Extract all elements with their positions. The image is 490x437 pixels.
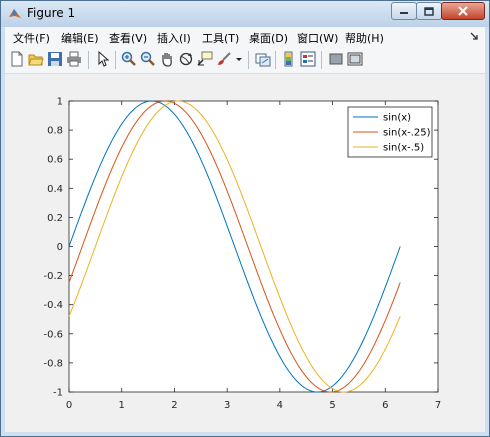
toolbar-separator (88, 51, 89, 69)
x-tick-label: 4 (277, 400, 283, 411)
menu-desktop[interactable]: 桌面(D) (249, 30, 288, 46)
toolbar-separator (248, 51, 249, 69)
pointer-icon (98, 51, 110, 67)
show-plot-tools-button[interactable] (347, 51, 363, 67)
y-tick-label: 0.8 (47, 126, 63, 137)
menu-insert[interactable]: 插入(I) (157, 30, 191, 46)
y-tick-label: -1 (53, 388, 63, 399)
data-cursor-button[interactable] (197, 51, 213, 67)
menu-file[interactable]: 文件(F) (13, 30, 50, 46)
pointer-button[interactable] (95, 51, 111, 67)
y-tick-label: 0.6 (47, 155, 63, 166)
new-figure-button[interactable] (9, 51, 25, 67)
zoom-in-icon (121, 51, 136, 66)
y-tick-label: -0.6 (43, 329, 63, 340)
legend-label-1: sin(x-.25) (383, 128, 431, 139)
colorbar-button[interactable] (281, 51, 297, 67)
x-tick-label: 6 (382, 400, 388, 411)
figure-window: Figure 1 文件(F) 编辑(E) 查看(V) 插入(I) 工具(T) 桌… (0, 0, 490, 437)
x-tick-label: 0 (66, 400, 72, 411)
new-figure-icon (11, 51, 23, 67)
data-cursor-icon (197, 51, 213, 66)
figure-toolbar (5, 47, 485, 74)
legend-label-0: sin(x) (383, 113, 411, 124)
menu-help[interactable]: 帮助(H) (345, 30, 384, 46)
y-tick-label: 1 (57, 97, 63, 108)
zoom-in-button[interactable] (121, 51, 137, 67)
x-tick-label: 5 (329, 400, 335, 411)
x-tick-label: 3 (224, 400, 230, 411)
menu-edit[interactable]: 编辑(E) (61, 30, 99, 46)
plot-svg[interactable]: 0 1 2 3 4 5 6 7 1 0.8 0.6 0.4 0.2 0 -0.2 -0.4 -0.6 -0.8 -1… (5, 74, 485, 432)
hide-plot-tools-icon (329, 53, 343, 65)
menu-bar: 文件(F) 编辑(E) 查看(V) 插入(I) 工具(T) 桌面(D) 窗口(W… (5, 27, 485, 47)
menu-view[interactable]: 查看(V) (109, 30, 147, 46)
pan-icon (162, 53, 172, 67)
brush-button[interactable] (216, 51, 232, 67)
menu-tools[interactable]: 工具(T) (202, 30, 239, 46)
toolbar-separator (115, 51, 116, 69)
zoom-out-button[interactable] (140, 51, 156, 67)
maximize-icon (424, 6, 434, 16)
brush-icon (218, 52, 231, 65)
brush-dropdown-button[interactable] (234, 51, 244, 67)
legend-button[interactable] (300, 51, 316, 67)
print-icon (67, 51, 81, 67)
x-tick-label: 2 (171, 400, 177, 411)
close-button[interactable] (441, 2, 485, 20)
link-plot-button[interactable] (255, 51, 271, 67)
zoom-out-icon (140, 51, 155, 66)
window-title: Figure 1 (27, 6, 76, 20)
y-tick-label: 0.2 (47, 213, 63, 224)
minimize-button[interactable] (391, 2, 417, 20)
hide-plot-tools-button[interactable] (328, 51, 344, 67)
colorbar-icon (284, 51, 293, 67)
dropdown-arrow-icon (236, 58, 242, 61)
open-file-button[interactable] (28, 51, 44, 67)
dock-arrow-icon[interactable] (469, 31, 479, 41)
menu-window[interactable]: 窗口(W) (297, 30, 338, 46)
matlab-icon (9, 9, 21, 18)
minimize-icon (400, 12, 408, 14)
legend-label-2: sin(x-.5) (383, 143, 424, 154)
save-icon (48, 52, 62, 66)
open-file-icon (28, 54, 44, 66)
link-plot-icon (255, 53, 271, 67)
save-button[interactable] (47, 51, 63, 67)
legend-icon (300, 51, 316, 67)
x-tick-label: 7 (435, 400, 441, 411)
title-bar[interactable]: Figure 1 (1, 1, 489, 27)
x-tick-label: 1 (119, 400, 125, 411)
toolbar-separator (275, 51, 276, 69)
show-plot-tools-icon (347, 52, 363, 66)
y-tick-label: 0 (57, 242, 63, 253)
y-tick-label: 0.4 (47, 184, 63, 195)
maximize-button[interactable] (416, 2, 442, 20)
window-controls (391, 2, 485, 20)
y-tick-label: -0.8 (43, 358, 63, 369)
rotate-button[interactable] (178, 51, 194, 67)
rotate-icon (179, 52, 193, 66)
y-tick-label: -0.4 (43, 300, 63, 311)
pan-button[interactable] (159, 51, 175, 67)
figure-canvas: 0 1 2 3 4 5 6 7 1 0.8 0.6 0.4 0.2 0 -0.2 -0.4 -0.6 -0.8 -1… (5, 74, 485, 432)
close-icon (458, 6, 468, 16)
y-tick-label: -0.2 (43, 271, 63, 282)
toolbar-separator (321, 51, 322, 69)
print-button[interactable] (66, 51, 82, 67)
